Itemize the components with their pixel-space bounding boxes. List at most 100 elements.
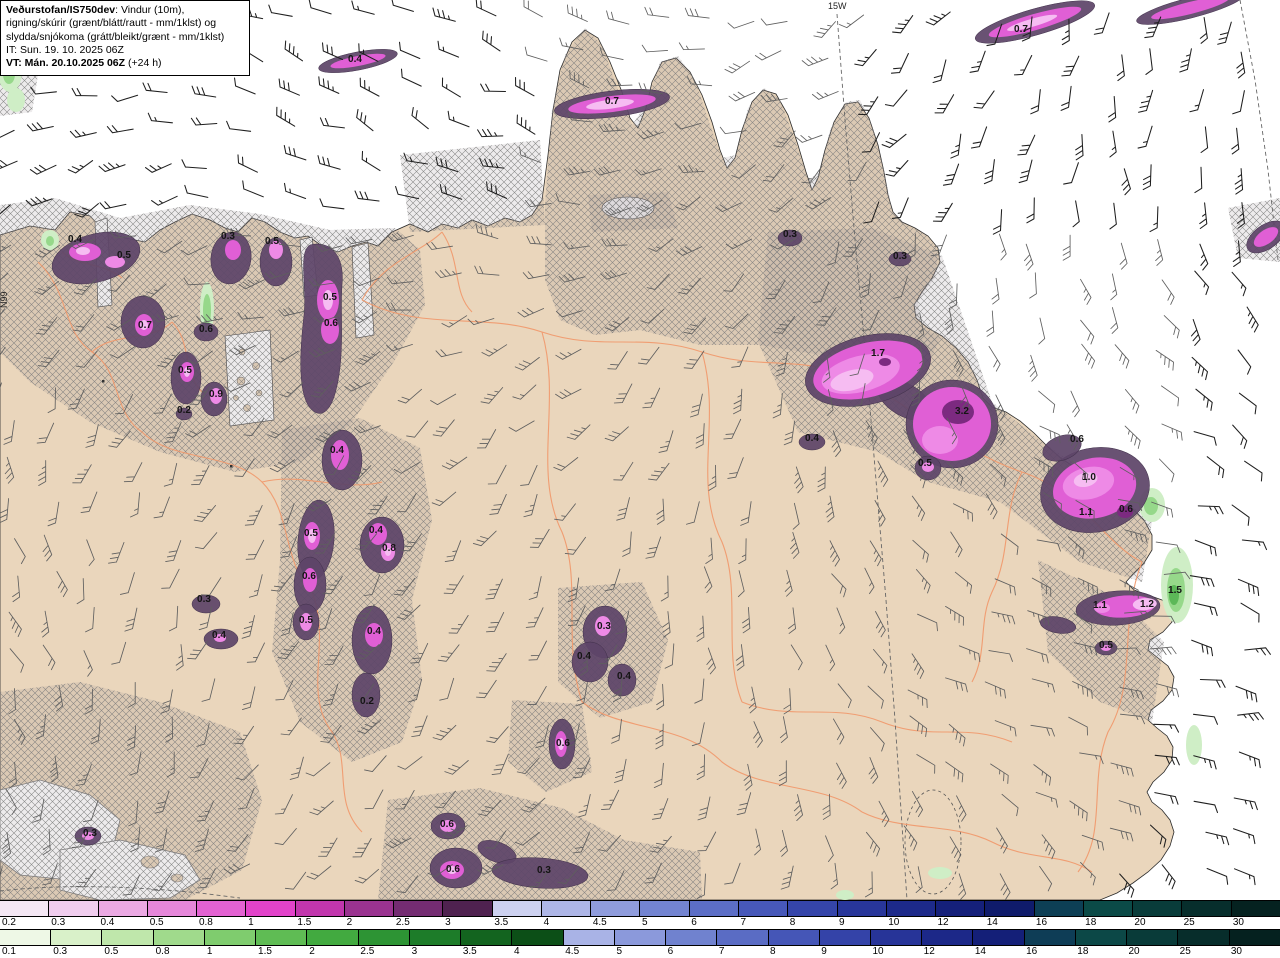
colorbar-tick-label: 2 — [346, 917, 353, 928]
colorbar-segment — [204, 930, 257, 945]
precip-value-label: 0.3 — [893, 251, 907, 262]
precip-value-label: 0.5 — [918, 458, 932, 469]
sleet-snow-colorbar — [0, 900, 1280, 917]
colorbar-tick-label: 4.5 — [565, 946, 580, 957]
colorbar-segment — [344, 901, 395, 916]
colorbar-segment — [936, 901, 986, 916]
colorbar-tick-label: 1.5 — [297, 917, 312, 928]
colorbar-segment — [1083, 901, 1134, 916]
precip-value-label: 0.9 — [209, 389, 223, 400]
colorbar-tick-label: 5 — [616, 946, 622, 957]
precip-value-label: 0.6 — [302, 571, 316, 582]
colorbar-tick-label: 0.3 — [53, 946, 68, 957]
colorbar-segment — [614, 930, 667, 945]
colorbar-tick-label: 30 — [1230, 946, 1242, 957]
precip-value-label: 1.2 — [1140, 599, 1154, 610]
precip-value-label: 0.6 — [1119, 504, 1133, 515]
precip-value-label: 0.5 — [323, 292, 337, 303]
colorbar-segment — [394, 901, 444, 916]
colorbar-segment — [246, 901, 296, 916]
precip-value-label: 0.4 — [212, 630, 226, 641]
colorbar-tick-label: 30 — [1232, 917, 1244, 928]
colorbar-segment — [922, 930, 974, 945]
colorbar-segment — [512, 930, 564, 945]
precip-value-label: 0.7 — [605, 96, 619, 107]
colorbar-segment — [1034, 901, 1084, 916]
precip-value-label: 0.7 — [1014, 24, 1028, 35]
precip-value-label: 0.5 — [299, 615, 313, 626]
precip-value-label: 0.3 — [597, 621, 611, 632]
precip-value-label: 0.4 — [330, 445, 344, 456]
colorbar-tick-label: 3 — [445, 917, 451, 928]
colorbar-segment — [147, 901, 198, 916]
colorbar-tick-label: 4 — [514, 946, 520, 957]
colorbar-segment — [1182, 901, 1232, 916]
colorbar-segment — [1024, 930, 1076, 945]
colorbar-tick-label: 3.5 — [494, 917, 509, 928]
precip-value-label: 0.5 — [304, 528, 318, 539]
colorbar-tick-label: 10 — [872, 946, 884, 957]
forecast-info-box: Veðurstofan/IS750dev: Vindur (10m), rign… — [0, 0, 250, 76]
precip-value-label: 0.4 — [617, 671, 631, 682]
precip-value-label: 0.4 — [68, 234, 82, 245]
colorbar-tick-label: 9 — [838, 917, 845, 928]
precip-value-label: 0.4 — [348, 54, 362, 65]
colorbar-tick-label: 2.5 — [360, 946, 375, 957]
colorbar-segment — [295, 901, 345, 916]
colorbar-tick-label: 7 — [740, 917, 747, 928]
colorbar-tick-label: 2 — [309, 946, 315, 957]
precip-value-label: 0.3 — [221, 231, 235, 242]
colorbar-segment — [738, 901, 789, 916]
colorbar-tick-label: 14 — [986, 917, 998, 928]
colorbar-tick-label: 0.2 — [2, 917, 16, 928]
colorbar-segment — [819, 930, 871, 945]
precip-value-label: 1.7 — [871, 348, 885, 359]
precip-value-label: 0.2 — [177, 405, 191, 416]
colorbar-segment — [49, 901, 99, 916]
colorbar-tick-label: 8 — [770, 946, 776, 957]
colorbar-tick-label: 0.5 — [149, 917, 164, 928]
colorbar-segment — [837, 901, 887, 916]
colorbar-tick-label: 7 — [718, 946, 725, 957]
colorbar-segment — [1075, 930, 1128, 945]
colorbar-segment — [98, 901, 148, 916]
colorbar-segment — [973, 930, 1025, 945]
colorbar-tick-label: 20 — [1134, 917, 1146, 928]
colorbar-tick-label: 6 — [667, 946, 674, 957]
colorbar-tick-label: 10 — [888, 917, 900, 928]
precip-value-label: 0.5 — [265, 236, 279, 247]
precip-value-label: 0.2 — [360, 696, 374, 707]
colorbar-segment — [256, 930, 308, 945]
precip-value-label: 0.6 — [199, 324, 213, 335]
colorbar-tick-label: 0.8 — [198, 917, 213, 928]
colorbar-segment — [666, 930, 718, 945]
precip-value-label: 0.8 — [382, 543, 396, 554]
colorbar-segment — [886, 901, 937, 916]
precip-value-label: 0.6 — [446, 864, 460, 875]
precip-value-label: 0.7 — [138, 320, 152, 331]
colorbar-segment — [153, 930, 205, 945]
colorbar-tick-label: 1 — [206, 946, 213, 957]
weather-map: 0.4 0.7 0.7 0.4 0.5 0.3 0.5 0.5 0.6 0.7 0.6 0.5 0.9 0… — [0, 0, 1280, 900]
colorbar-segment — [1231, 901, 1280, 916]
colorbar-segment — [985, 901, 1035, 916]
colorbar-segment — [788, 901, 838, 916]
colorbar-tick-label: 4.5 — [592, 917, 607, 928]
colorbar-segment — [1127, 930, 1179, 945]
colorbar-segment — [492, 901, 542, 916]
colorbar-tick-label: 0.1 — [2, 946, 16, 957]
colorbar-tick-label: 16 — [1026, 946, 1038, 957]
colorbar-tick-label: 20 — [1128, 946, 1140, 957]
colorbar-segment — [0, 901, 50, 916]
precip-value-label: 0.4 — [805, 433, 819, 444]
precip-value-label: 1.0 — [1082, 472, 1096, 483]
colorbar-tick-label: 0.4 — [100, 917, 115, 928]
precip-value-label: 0.5 — [117, 250, 131, 261]
precip-value-label: 0.3 — [783, 229, 797, 240]
precip-value-label: 0.3 — [537, 865, 551, 876]
rain-colorbar-labels: 0.1 0.3 0.5 0.8 1 1.5 2 2.5 3 3.5 4 4.5 5 6 7 8 9 10 12 14 1… — [0, 946, 1280, 958]
colorbar-tick-label: 6 — [691, 917, 697, 928]
colorbar-segment — [51, 930, 103, 945]
colorbar-tick-label: 16 — [1035, 917, 1048, 928]
colorbar-segment — [358, 930, 410, 945]
